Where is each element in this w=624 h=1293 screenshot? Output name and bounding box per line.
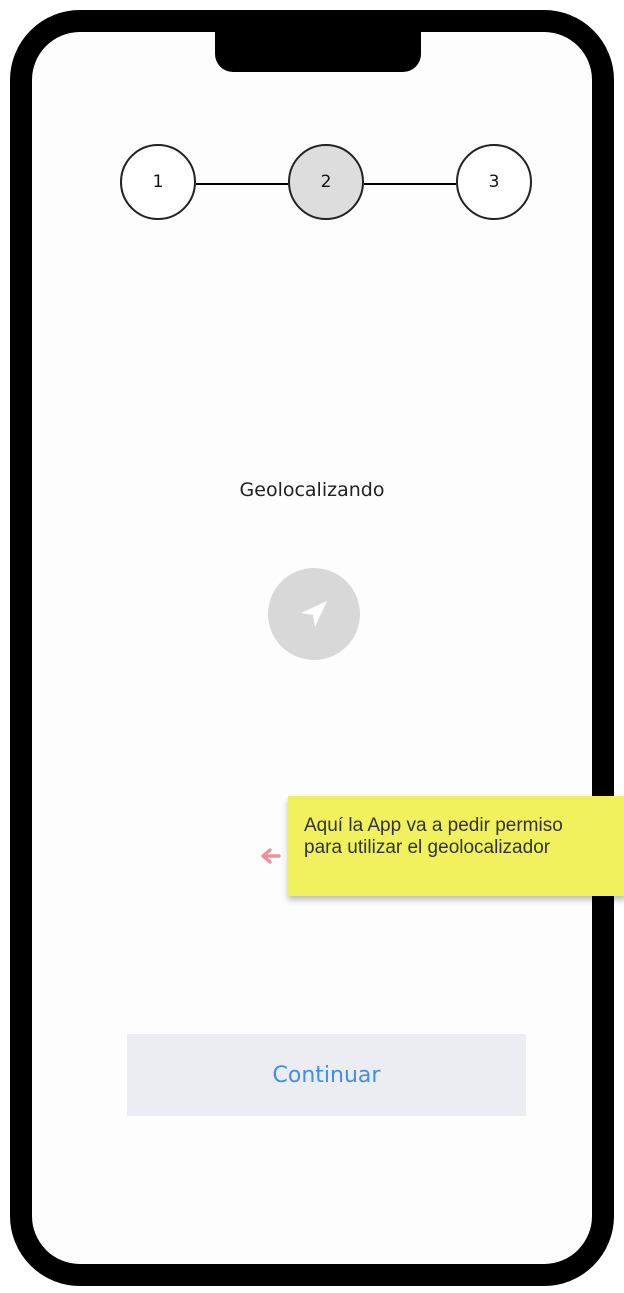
step-connector-1-2 [196, 183, 288, 185]
phone-frame: 1 2 3 Geolocalizando Aquí la App va a pe… [10, 10, 624, 1286]
step-2-label: 2 [320, 172, 332, 192]
continue-button[interactable]: Continuar [127, 1034, 526, 1116]
geolocating-title: Geolocalizando [239, 479, 385, 501]
left-arrow-icon [261, 848, 281, 864]
step-3-label: 3 [488, 172, 500, 192]
annotation-line-1: Aquí la App va a pedir permiso [304, 815, 563, 836]
annotation-sticky-note: Aquí la App va a pedir permiso para util… [288, 796, 624, 896]
step-3: 3 [456, 144, 532, 220]
step-1-label: 1 [152, 172, 164, 192]
step-1: 1 [120, 144, 196, 220]
phone-notch [215, 30, 421, 72]
annotation-line-2: para utilizar el geolocalizador [304, 837, 551, 858]
progress-stepper: 1 2 3 [120, 144, 532, 224]
geolocation-indicator [268, 568, 360, 660]
step-2-current: 2 [288, 144, 364, 220]
navigation-arrow-icon [301, 601, 327, 627]
step-connector-2-3 [364, 183, 456, 185]
